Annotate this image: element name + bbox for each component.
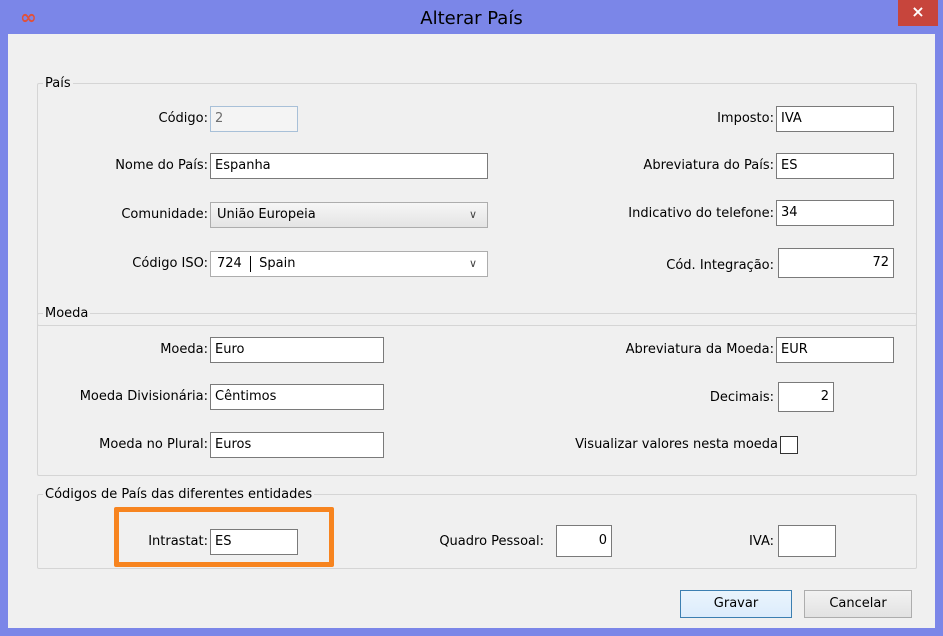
abreviatura-pais-label: Abreviatura do País: <box>643 158 774 173</box>
imposto-label: Imposto: <box>717 111 774 126</box>
chevron-down-icon: ∨ <box>468 208 478 221</box>
iso-separator <box>249 255 251 272</box>
decimais-input[interactable]: 2 <box>778 382 834 412</box>
intrastat-highlight-box <box>114 507 334 567</box>
codigo-input[interactable]: 2 <box>210 106 298 132</box>
comunidade-value: União Europeia <box>217 207 316 222</box>
cod-integracao-label: Cód. Integração: <box>666 258 774 273</box>
moeda-legend: Moeda <box>45 306 89 321</box>
codigo-iso-select[interactable]: 724 Spain ∨ <box>210 251 488 277</box>
iva-label: IVA: <box>749 534 774 549</box>
pais-legend: País <box>45 76 71 91</box>
close-button[interactable]: × <box>898 0 938 26</box>
moeda-input[interactable]: Euro <box>210 337 384 363</box>
chevron-down-icon: ∨ <box>468 257 478 270</box>
dialog-window: ∞ Alterar País × País Código: 2 Nome do … <box>0 0 943 636</box>
abreviatura-pais-input[interactable]: ES <box>776 153 894 179</box>
quadro-pessoal-input[interactable]: 0 <box>556 525 612 557</box>
codigo-label: Código: <box>158 111 208 126</box>
moeda-divisionaria-input[interactable]: Cêntimos <box>210 384 384 410</box>
window-title: Alterar País <box>420 8 523 29</box>
gravar-button[interactable]: Gravar <box>680 590 792 618</box>
quadro-pessoal-label: Quadro Pessoal: <box>439 534 544 549</box>
abreviatura-moeda-label: Abreviatura da Moeda: <box>625 342 774 357</box>
cod-integracao-input[interactable]: 72 <box>778 248 894 278</box>
cancelar-button[interactable]: Cancelar <box>804 590 912 618</box>
moeda-divisionaria-label: Moeda Divisionária: <box>79 389 208 404</box>
visualizar-label: Visualizar valores nesta moeda <box>575 437 778 452</box>
iso-code: 724 <box>217 256 242 271</box>
iva-input[interactable] <box>778 525 836 557</box>
codigos-legend: Códigos de País das diferentes entidades <box>45 487 313 502</box>
comunidade-label: Comunidade: <box>121 207 208 222</box>
imposto-input[interactable]: IVA <box>776 106 894 132</box>
abreviatura-moeda-input[interactable]: EUR <box>776 337 894 363</box>
nome-pais-input[interactable]: Espanha <box>210 153 488 179</box>
decimais-label: Decimais: <box>709 390 774 405</box>
moeda-plural-label: Moeda no Plural: <box>99 437 208 452</box>
nome-pais-label: Nome do País: <box>115 158 208 173</box>
title-bar[interactable]: ∞ Alterar País × <box>0 0 943 34</box>
codigo-iso-label: Código ISO: <box>132 256 208 271</box>
comunidade-select[interactable]: União Europeia ∨ <box>210 202 488 228</box>
moeda-plural-input[interactable]: Euros <box>210 432 384 458</box>
indicativo-telefone-label: Indicativo do telefone: <box>628 206 774 221</box>
indicativo-telefone-input[interactable]: 34 <box>776 200 894 226</box>
moeda-label: Moeda: <box>160 342 208 357</box>
visualizar-checkbox[interactable] <box>780 436 798 454</box>
iso-name: Spain <box>259 256 296 271</box>
